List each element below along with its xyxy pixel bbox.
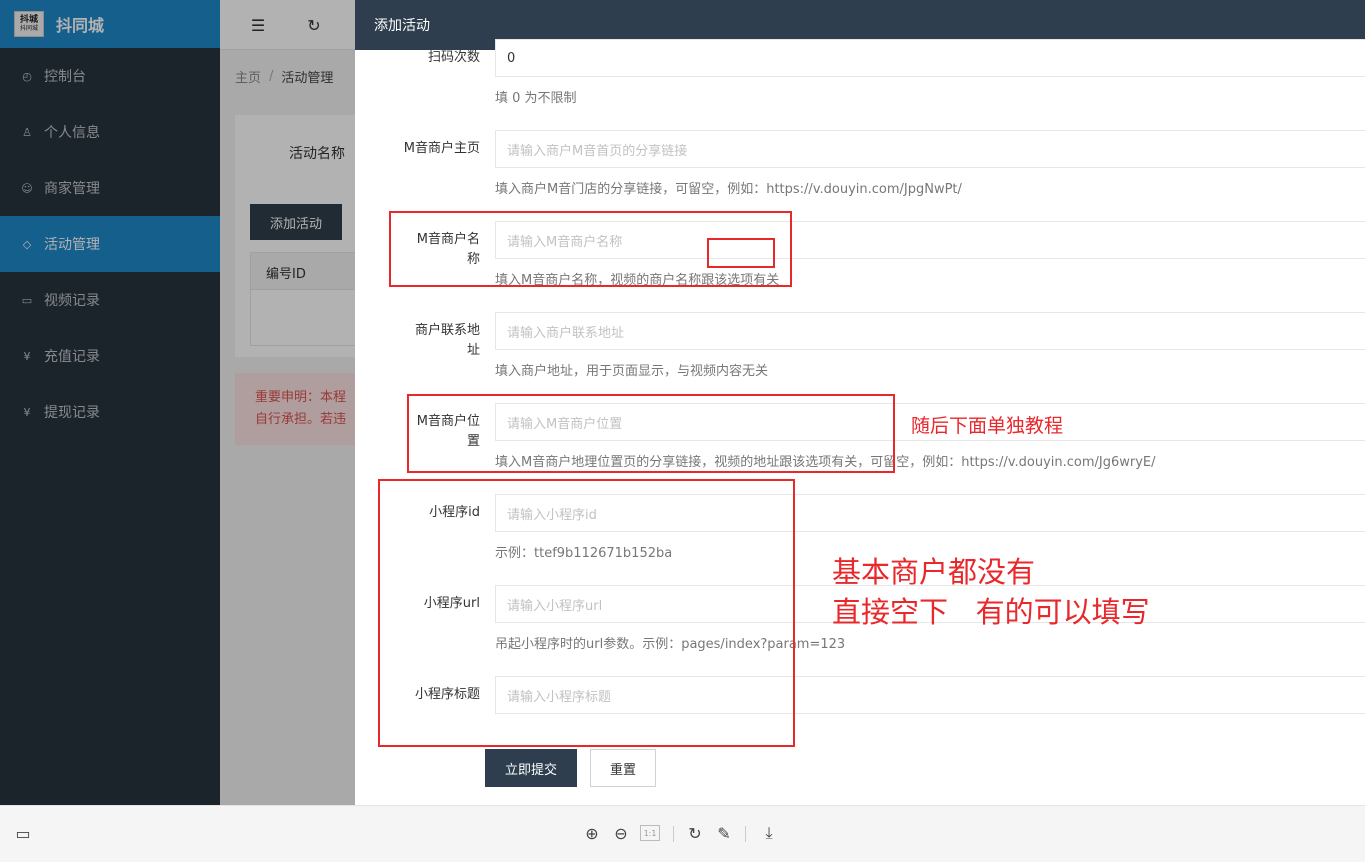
scan-count-input[interactable]: 0 (495, 39, 1365, 77)
merchant-address-input[interactable]: 请输入商户联系地址 (495, 312, 1365, 350)
toolbar-divider (673, 826, 674, 842)
annotation-box-mini-program (378, 479, 795, 747)
merchant-address-help: 填入商户地址，用于页面显示，与视频内容无关 (495, 364, 769, 379)
merchant-home-input[interactable]: 请输入商户M音首页的分享链接 (495, 130, 1365, 168)
merchant-home-label: M音商户主页 (403, 141, 480, 156)
annotation-note-mini-2: 直接空下 有的可以填写 (832, 595, 1150, 629)
merchant-address-label: 商户联系地址 (414, 323, 480, 358)
scan-count-label: 扫码次数 (427, 50, 480, 65)
reset-button[interactable]: 重置 (590, 749, 656, 787)
viewer-toolbar: ▭ ⊕ ⊖ 1:1 ↻ ✎ ⤓ (0, 805, 1365, 862)
scan-count-help: 填 0 为不限制 (495, 91, 577, 106)
actual-size-icon[interactable]: 1:1 (640, 825, 660, 841)
zoom-out-icon[interactable]: ⊖ (610, 822, 632, 844)
toolbar-divider (745, 826, 746, 842)
edit-icon[interactable]: ✎ (713, 822, 735, 844)
merchant-home-help: 填入商户M音门店的分享链接，可留空，例如：https://v.douyin.co… (495, 182, 962, 197)
annotation-box-small (707, 238, 775, 268)
annotation-note-location: 随后下面单独教程 (911, 415, 1064, 437)
download-icon[interactable]: ⤓ (758, 822, 780, 844)
annotation-note-mini-1: 基本商户都没有 (832, 555, 1036, 589)
zoom-in-icon[interactable]: ⊕ (581, 822, 603, 844)
rotate-icon[interactable]: ↻ (684, 822, 706, 844)
submit-button[interactable]: 立即提交 (485, 749, 577, 787)
monitor-icon[interactable]: ▭ (12, 822, 34, 844)
annotation-box-merchant-location (407, 394, 895, 473)
